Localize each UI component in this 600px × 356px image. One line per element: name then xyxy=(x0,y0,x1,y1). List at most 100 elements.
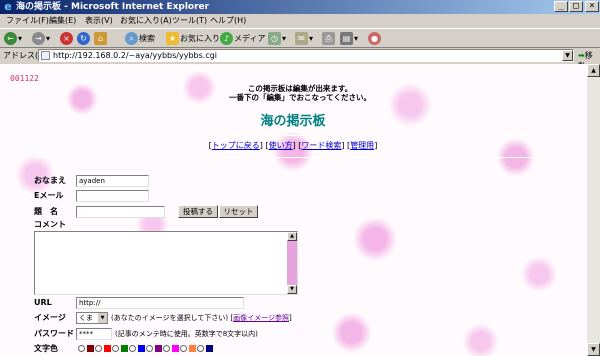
name-label: おなまえ xyxy=(34,176,66,185)
chevron-down-icon: ▼ xyxy=(98,313,107,323)
divider-bottom xyxy=(34,157,566,158)
media-button[interactable]: ♪ メディア xyxy=(220,31,265,46)
subject-label: 題 名 xyxy=(34,207,58,216)
color-swatch-3 xyxy=(121,345,128,352)
comment-scrollbar[interactable]: ▲ ▼ xyxy=(287,232,297,294)
submit-button[interactable]: 投稿する xyxy=(178,205,218,218)
scroll-down-icon[interactable]: ▼ xyxy=(287,285,297,294)
color-swatch-8 xyxy=(206,345,213,352)
nav-link-search[interactable]: ワード検索 xyxy=(301,141,341,150)
color-radio-2[interactable] xyxy=(95,345,102,352)
search-button[interactable]: ⌕ 検索 xyxy=(125,31,155,46)
color-swatch-6 xyxy=(172,345,179,352)
nav-link-admin[interactable]: 管理用 xyxy=(350,141,374,150)
color-radio-5[interactable] xyxy=(146,345,153,352)
password-label: パスワード xyxy=(34,329,74,338)
history-icon: ◷ xyxy=(268,32,281,45)
menu-bar: ファイル(F) 編集(E) 表示(V) お気に入り(A) ツール(T) ヘルプ(… xyxy=(0,14,600,28)
address-input[interactable]: http://192.168.0.2/~aya/yybbs/yybbs.cgi xyxy=(38,49,574,62)
page-icon xyxy=(41,51,50,60)
image-reference-link[interactable]: 画像イメージ参照 xyxy=(233,314,289,322)
stop-icon: × xyxy=(60,32,73,45)
address-dropdown-button[interactable]: ▼ xyxy=(562,50,573,61)
search-icon: ⌕ xyxy=(125,32,138,45)
comment-label: コメント xyxy=(34,220,66,229)
menu-view[interactable]: 表示(V) xyxy=(85,16,113,26)
url-input[interactable]: http:// xyxy=(76,297,244,309)
color-swatch-7 xyxy=(189,345,196,352)
color-swatch-4 xyxy=(138,345,145,352)
home-button[interactable]: ⌂ xyxy=(94,31,108,46)
maximize-button[interactable]: □ xyxy=(569,1,583,12)
favorites-button[interactable]: ★ お気に入り xyxy=(166,31,220,46)
forward-button[interactable]: → ▾ xyxy=(32,31,50,46)
menu-favorites[interactable]: お気に入り(A) xyxy=(120,16,172,26)
password-input[interactable]: **** xyxy=(76,328,112,340)
color-radio-7[interactable] xyxy=(180,345,187,352)
ie-logo-icon: e xyxy=(4,0,12,13)
address-url: http://192.168.0.2/~aya/yybbs/yybbs.cgi xyxy=(53,51,218,60)
color-radio-6[interactable] xyxy=(163,345,170,352)
name-input[interactable]: ayaden xyxy=(76,175,149,187)
reset-button[interactable]: リセット xyxy=(219,205,258,218)
mail-button[interactable]: ✉ ▾ xyxy=(295,31,313,46)
refresh-icon: ↻ xyxy=(77,32,90,45)
back-button[interactable]: ← ▾ xyxy=(4,31,22,46)
favorites-icon: ★ xyxy=(166,32,179,45)
address-bar: アドレス(D) http://192.168.0.2/~aya/yybbs/yy… xyxy=(0,48,600,71)
media-icon: ♪ xyxy=(220,32,233,45)
print-icon: ⎙ xyxy=(322,32,335,45)
notice-line-2: 一番下の「編集」でおこなってください。 xyxy=(229,93,371,102)
forward-arrow-icon: → xyxy=(32,32,45,45)
minimize-button[interactable]: _ xyxy=(554,1,568,12)
toolbar: ← ▾ → ▾ × ↻ ⌂ ⌕ 検索 ★ お気に入り ♪ メディア ◷ ▾ ✉ ▾ ⎙ ▤ ▾ … xyxy=(0,28,600,48)
menu-help[interactable]: ヘルプ(H) xyxy=(210,16,246,26)
print-button[interactable]: ⎙ xyxy=(322,31,336,46)
color-radio-8[interactable] xyxy=(197,345,204,352)
nav-links: [トップに戻る] [使い方] [ワード検索] [管理用] xyxy=(208,141,378,150)
history-button[interactable]: ◷ ▾ xyxy=(268,31,286,46)
color-swatch-1 xyxy=(87,345,94,352)
stop-button[interactable]: × xyxy=(60,31,74,46)
close-button[interactable]: × xyxy=(585,1,599,12)
page-content: 001122 この掲示板は編集が出来ます。 一番下の「編集」でおこなってください… xyxy=(0,64,586,356)
board-title: 海の掲示板 xyxy=(260,114,326,129)
notice-line-1: この掲示板は編集が出来ます。 xyxy=(247,84,353,93)
window-title-bar: e 海の掲示板 - Microsoft Internet Explorer _ … xyxy=(0,0,600,14)
email-input[interactable] xyxy=(76,190,149,202)
color-radio-1[interactable] xyxy=(78,345,85,352)
page-scroll-down-icon[interactable]: ▼ xyxy=(587,343,600,356)
url-label: URL xyxy=(34,298,52,307)
scroll-up-icon[interactable]: ▲ xyxy=(287,232,297,241)
color-radio-4[interactable] xyxy=(129,345,136,352)
messenger-button[interactable]: ● xyxy=(368,31,382,46)
refresh-button[interactable]: ↻ xyxy=(77,31,91,46)
subject-input[interactable] xyxy=(76,206,165,218)
color-swatch-5 xyxy=(155,345,162,352)
edit-icon: ▤ xyxy=(340,32,353,45)
image-label: イメージ xyxy=(34,313,66,322)
messenger-icon: ● xyxy=(368,32,381,45)
color-radio-3[interactable] xyxy=(112,345,119,352)
menu-file[interactable]: ファイル(F) xyxy=(6,16,49,26)
menu-tools[interactable]: ツール(T) xyxy=(172,16,207,26)
image-note-text: (あなたのイメージを選択して下さい) xyxy=(111,314,229,322)
image-select[interactable]: くま ▼ xyxy=(76,312,108,324)
window-title: 海の掲示板 - Microsoft Internet Explorer xyxy=(16,2,210,12)
menu-edit[interactable]: 編集(E) xyxy=(49,16,76,26)
password-note: (記事のメンテ時に使用。英数字で8文字以内) xyxy=(115,330,258,338)
search-label: 検索 xyxy=(139,34,155,43)
comment-textarea[interactable]: ▲ ▼ xyxy=(34,231,298,295)
access-counter: 001122 xyxy=(10,74,39,83)
email-label: Eメール xyxy=(34,191,64,200)
divider-top xyxy=(34,135,566,136)
page-scrollbar[interactable]: ▲ ▼ xyxy=(586,64,600,356)
nav-link-top[interactable]: トップに戻る xyxy=(212,141,260,150)
mail-icon: ✉ xyxy=(295,32,308,45)
nav-link-howto[interactable]: 使い方 xyxy=(269,141,293,150)
edit-button[interactable]: ▤ ▾ xyxy=(340,31,358,46)
image-select-value: くま xyxy=(79,314,93,322)
color-label: 文字色 xyxy=(34,344,58,353)
back-arrow-icon: ← xyxy=(4,32,17,45)
page-scroll-up-icon[interactable]: ▲ xyxy=(587,64,600,77)
